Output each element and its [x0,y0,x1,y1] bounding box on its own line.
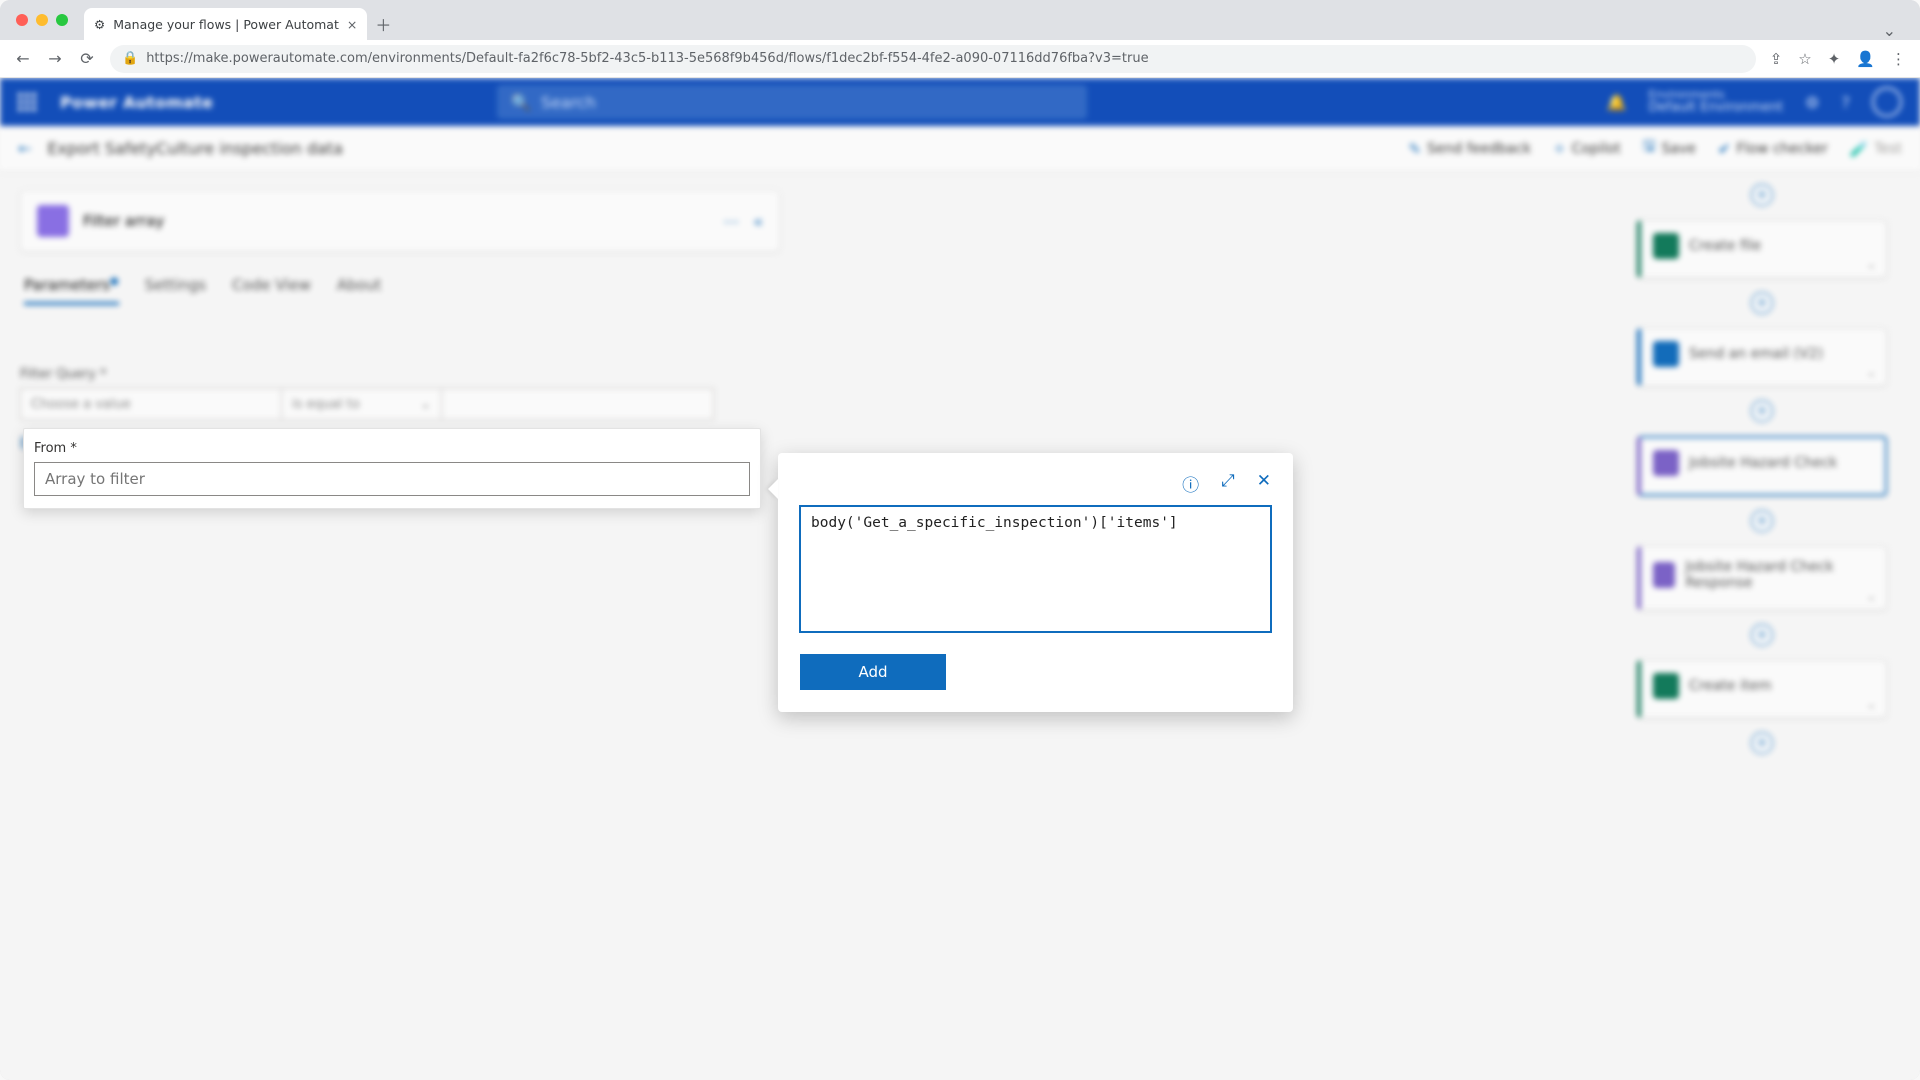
feedback-icon: ✎ [1408,140,1421,158]
close-icon[interactable]: ✕ [1257,471,1271,496]
minimize-window-icon[interactable] [36,14,48,26]
back-arrow-icon[interactable]: ← [18,139,31,158]
node-icon [1653,450,1679,476]
flow-node-hazard-response[interactable]: Jobsite Hazard Check Response ⌄ [1637,546,1887,610]
add-expression-button[interactable]: Add [800,654,946,690]
url-text: https://make.powerautomate.com/environme… [146,51,1148,66]
add-step-button[interactable]: ＋ [1751,184,1773,206]
browser-tab-strip: ⚙ Manage your flows | Power Automat × ＋ … [0,0,1920,40]
action-tabs: Parameters● Settings Code View About [24,276,776,305]
test-button[interactable]: 🧪Test [1850,140,1902,158]
share-icon[interactable]: ⇪ [1770,50,1783,68]
chevron-down-icon: ⌄ [420,397,431,412]
flow-node-create-file[interactable]: Create file ⌄ [1637,220,1887,278]
chevron-down-icon[interactable]: ⌄ [1867,366,1876,379]
help-icon[interactable]: ? [1842,93,1851,112]
filter-left-operand[interactable]: Choose a value [20,388,282,420]
flow-node-create-item[interactable]: Create item ⌄ [1637,660,1887,718]
send-feedback-button[interactable]: ✎Send feedback [1408,140,1531,158]
tab-about[interactable]: About [337,276,381,305]
environment-picker[interactable]: Environments Default Environment [1649,89,1784,115]
node-icon [1653,233,1679,259]
from-label: From * [34,441,77,456]
action-header[interactable]: Filter array ⋯ « [20,190,780,252]
filter-operator-select[interactable]: is equal to⌄ [282,388,442,420]
filter-array-icon [37,205,69,237]
filter-query-label: Filter Query * [20,367,106,382]
node-icon [1653,562,1675,588]
chevron-down-icon[interactable]: ⌄ [1867,698,1876,711]
window-controls [10,0,78,40]
node-icon [1653,341,1679,367]
chevron-down-icon[interactable]: ⌄ [1867,258,1876,271]
expression-editor-popup: ⓘ ⤢ ✕ body('Get_a_specific_inspection')[… [778,453,1293,712]
save-button[interactable]: 🖫Save [1643,136,1696,161]
copilot-icon: ✧ [1553,140,1566,158]
from-field-popover: From * [23,428,761,509]
browser-tab[interactable]: ⚙ Manage your flows | Power Automat × [84,8,367,40]
lock-icon: 🔒 [122,51,138,66]
add-step-button[interactable]: ＋ [1751,732,1773,754]
settings-icon[interactable]: ⚙ [1805,93,1819,112]
account-avatar[interactable] [1872,87,1902,117]
brand-name[interactable]: Power Automate [60,93,213,112]
tab-parameters[interactable]: Parameters● [24,276,119,305]
search-placeholder: Search [541,93,596,112]
browser-toolbar: ← → ⟳ 🔒 https://make.powerautomate.com/e… [0,40,1920,78]
kebab-menu-icon[interactable]: ⋮ [1891,50,1906,68]
checker-icon: ✔ [1718,140,1731,158]
add-step-button[interactable]: ＋ [1751,624,1773,646]
add-step-button[interactable]: ＋ [1751,292,1773,314]
tab-title: Manage your flows | Power Automat [113,17,339,32]
new-tab-button[interactable]: ＋ [375,8,391,40]
app-launcher-icon[interactable] [18,93,36,111]
reload-icon[interactable]: ⟳ [78,49,96,68]
address-bar[interactable]: 🔒 https://make.powerautomate.com/environ… [110,45,1756,73]
action-menu-icon[interactable]: ⋯ [723,212,739,231]
filter-right-operand[interactable] [442,388,714,420]
test-icon: 🧪 [1850,140,1869,158]
save-icon: 🖫 [1643,136,1656,161]
profile-icon[interactable]: 👤 [1856,50,1875,68]
node-icon [1653,673,1679,699]
suite-header: Power Automate 🔍 Search 🔔 Environments D… [0,78,1920,126]
expand-icon[interactable]: ⤢ [1221,471,1235,496]
flow-node-hazard-check[interactable]: Jobsite Hazard Check [1637,436,1887,496]
flow-title: Export SafetyCulture inspection data [47,139,342,158]
collapse-icon[interactable]: « [753,212,763,231]
info-icon[interactable]: ⓘ [1182,471,1199,496]
close-window-icon[interactable] [16,14,28,26]
flow-node-send-email[interactable]: Send an email (V2) ⌄ [1637,328,1887,386]
action-config-panel: Filter array ⋯ « Parameters● Settings Co… [20,190,780,452]
chevron-down-icon[interactable]: ⌄ [1867,590,1876,603]
tab-settings[interactable]: Settings [145,276,207,305]
search-icon: 🔍 [511,93,531,112]
action-title: Filter array [83,212,164,230]
extensions-icon[interactable]: ✦ [1828,50,1841,68]
tab-close-icon[interactable]: × [347,17,357,32]
star-icon[interactable]: ☆ [1798,50,1811,68]
tab-favicon-icon: ⚙ [94,17,105,32]
notifications-icon[interactable]: 🔔 [1607,93,1627,112]
flow-checker-button[interactable]: ✔Flow checker [1718,140,1828,158]
from-input[interactable] [34,462,750,496]
command-bar: ← Export SafetyCulture inspection data ✎… [0,126,1920,172]
add-step-button[interactable]: ＋ [1751,510,1773,532]
search-box[interactable]: 🔍 Search [497,85,1087,119]
maximize-window-icon[interactable] [56,14,68,26]
tab-list-button[interactable]: ⌄ [1869,21,1910,40]
flow-canvas: ＋ Create file ⌄ ＋ Send an email (V2) ⌄ ＋ [1622,172,1902,178]
back-icon[interactable]: ← [14,49,32,68]
add-step-button[interactable]: ＋ [1751,400,1773,422]
expression-textarea[interactable]: body('Get_a_specific_inspection')['items… [800,506,1271,632]
tab-code-view[interactable]: Code View [232,276,311,305]
forward-icon[interactable]: → [46,49,64,68]
copilot-button[interactable]: ✧Copilot [1553,140,1621,158]
